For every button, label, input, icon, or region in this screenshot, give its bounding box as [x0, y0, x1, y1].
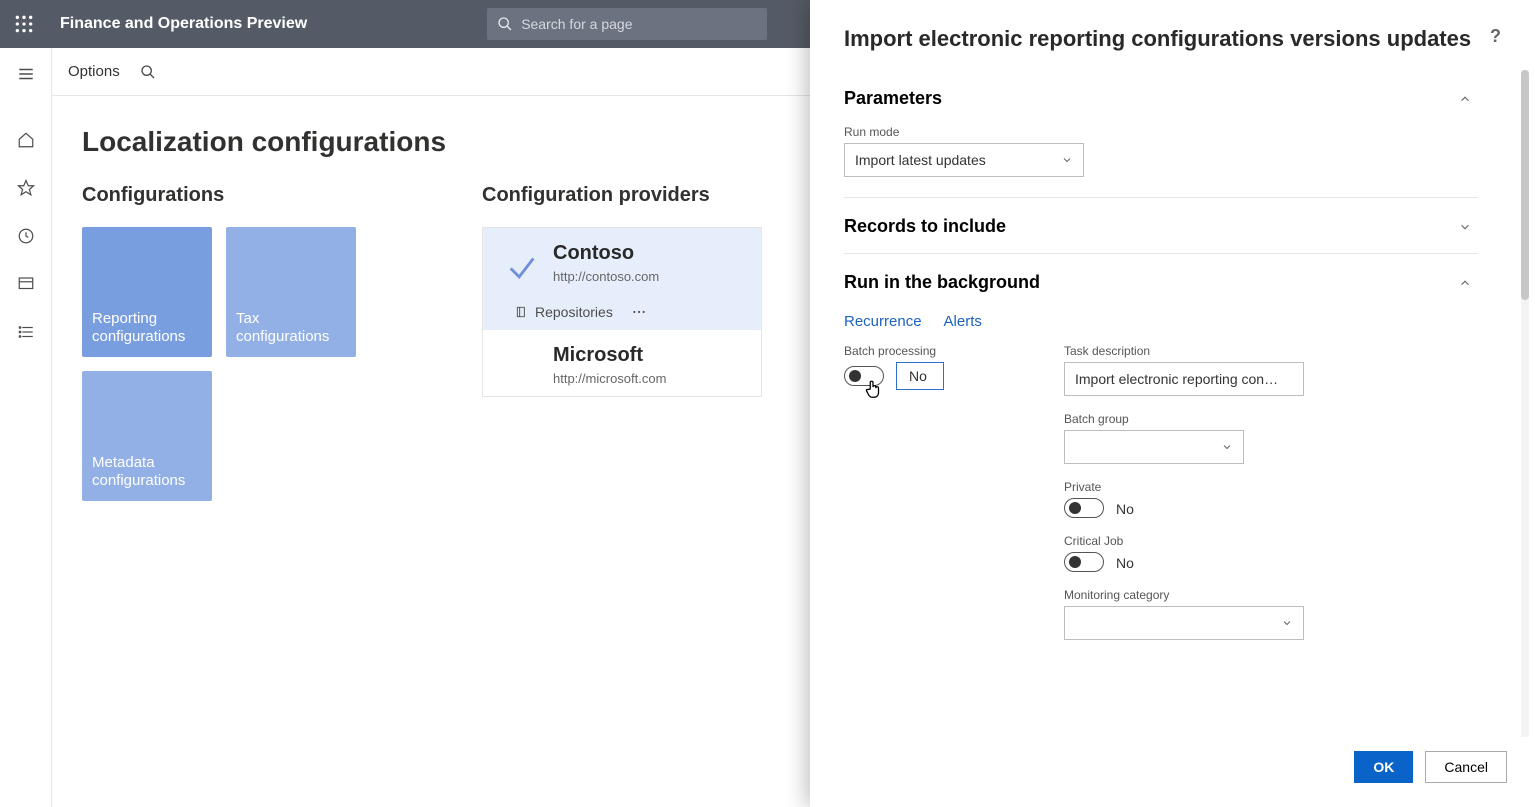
- critical-job-value: No: [1116, 553, 1134, 571]
- task-description-input[interactable]: Import electronic reporting con…: [1064, 362, 1304, 396]
- home-icon[interactable]: [6, 120, 46, 160]
- provider-url: http://contoso.com: [553, 269, 745, 284]
- batch-processing-toggle[interactable]: [844, 366, 884, 386]
- help-icon[interactable]: ?: [1490, 26, 1501, 47]
- task-description-label: Task description: [1064, 344, 1478, 358]
- repositories-link[interactable]: Repositories: [515, 304, 613, 320]
- provider-more-icon[interactable]: [631, 304, 647, 320]
- monitoring-category-label: Monitoring category: [1064, 588, 1478, 602]
- run-mode-label: Run mode: [844, 125, 1478, 139]
- configurations-heading: Configurations: [82, 184, 382, 207]
- section-parameters-header[interactable]: Parameters: [844, 70, 1478, 125]
- hamburger-icon[interactable]: [6, 54, 46, 94]
- alerts-link[interactable]: Alerts: [944, 313, 982, 330]
- provider-url: http://microsoft.com: [553, 371, 745, 386]
- section-records-header[interactable]: Records to include: [844, 198, 1478, 253]
- app-title: Finance and Operations Preview: [60, 15, 307, 33]
- batch-processing-label: Batch processing: [844, 344, 944, 358]
- chevron-down-icon: [1281, 617, 1293, 629]
- batch-group-label: Batch group: [1064, 412, 1478, 426]
- chevron-down-icon: [1221, 441, 1233, 453]
- tile-tax-configurations[interactable]: Tax configurations: [226, 227, 356, 357]
- global-search[interactable]: [487, 8, 767, 40]
- check-icon: [505, 250, 539, 284]
- private-toggle[interactable]: [1064, 498, 1104, 518]
- section-background-header[interactable]: Run in the background: [844, 254, 1478, 309]
- provider-microsoft[interactable]: Microsoft http://microsoft.com: [483, 330, 761, 396]
- batch-group-select[interactable]: [1064, 430, 1244, 464]
- critical-job-toggle[interactable]: [1064, 552, 1104, 572]
- flyout-title: Import electronic reporting configuratio…: [844, 26, 1471, 52]
- recurrence-link[interactable]: Recurrence: [844, 313, 922, 330]
- provider-contoso[interactable]: Contoso http://contoso.com Repositories: [483, 228, 761, 330]
- chevron-up-icon: [1458, 276, 1472, 290]
- monitoring-category-select[interactable]: [1064, 606, 1304, 640]
- search-icon: [497, 16, 513, 32]
- provider-name: Contoso: [553, 242, 745, 265]
- chevron-up-icon: [1458, 92, 1472, 106]
- app-launcher[interactable]: [0, 0, 48, 48]
- cancel-button[interactable]: Cancel: [1425, 751, 1507, 783]
- run-mode-select[interactable]: Import latest updates: [844, 143, 1084, 177]
- private-label: Private: [1064, 480, 1478, 494]
- tile-metadata-configurations[interactable]: Metadata configurations: [82, 371, 212, 501]
- providers-heading: Configuration providers: [482, 184, 762, 207]
- provider-name: Microsoft: [553, 344, 745, 367]
- private-value: No: [1116, 499, 1134, 517]
- chevron-down-icon: [1061, 154, 1073, 166]
- clock-icon[interactable]: [6, 216, 46, 256]
- batch-processing-value: No: [896, 362, 944, 390]
- module-icon[interactable]: [6, 264, 46, 304]
- scrollbar-thumb[interactable]: [1521, 70, 1529, 300]
- global-search-input[interactable]: [521, 16, 757, 32]
- options-menu[interactable]: Options: [68, 63, 120, 80]
- ok-button[interactable]: OK: [1354, 751, 1413, 783]
- import-configurations-flyout: Import electronic reporting configuratio…: [810, 0, 1535, 807]
- star-icon[interactable]: [6, 168, 46, 208]
- list-icon[interactable]: [6, 312, 46, 352]
- chevron-down-icon: [1458, 220, 1472, 234]
- page-search-icon[interactable]: [140, 64, 156, 80]
- critical-job-label: Critical Job: [1064, 534, 1478, 548]
- tile-reporting-configurations[interactable]: Reporting configurations: [82, 227, 212, 357]
